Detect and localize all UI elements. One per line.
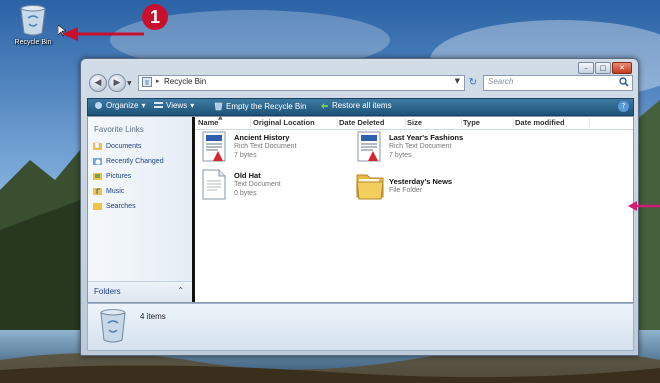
file-size: 7 bytes <box>234 152 257 159</box>
sidebar-item-label: Music <box>106 188 125 195</box>
restore-label: Restore all items <box>332 101 392 110</box>
music-icon <box>93 188 102 195</box>
sidebar-item-recently-changed[interactable]: Recently Changed <box>93 154 164 169</box>
restore-all-button[interactable]: Restore all items <box>320 101 392 110</box>
sidebar-item-music[interactable]: Music <box>93 184 164 199</box>
rtf-document-icon <box>357 131 381 162</box>
file-name: Last Year's Fashions <box>389 133 464 142</box>
searches-icon <box>93 203 102 210</box>
recycle-bin-window[interactable]: – □ ✕ ◀ ▶ ▼ ▸ Recycle Bin ▼ ↻ Search Org… <box>80 58 639 356</box>
column-header-type[interactable]: Type <box>463 118 514 127</box>
sidebar-item-pictures[interactable]: Pictures <box>93 169 164 184</box>
file-type: Rich Text Document <box>389 143 452 150</box>
search-input[interactable]: Search <box>483 75 633 91</box>
command-toolbar: Organize ▾ Views ▾ Empty the Recycle Bin… <box>87 98 634 116</box>
empty-bin-icon <box>214 102 223 111</box>
recently-changed-icon <box>93 158 102 165</box>
favorite-links-heading: Favorite Links <box>94 125 144 134</box>
text-document-icon <box>202 169 226 200</box>
file-type: Text Document <box>234 181 281 188</box>
back-button[interactable]: ◀ <box>89 74 107 92</box>
column-headers: Name ▲ Original Location Date Deleted Si… <box>195 114 633 130</box>
empty-label: Empty the Recycle Bin <box>226 101 307 111</box>
file-type: File Folder <box>389 187 423 194</box>
recent-pages-dropdown[interactable]: ▼ <box>127 80 132 87</box>
views-menu-button[interactable]: Views ▾ <box>154 101 194 110</box>
search-icon[interactable] <box>619 77 629 87</box>
navigation-pane: Favorite Links Documents Recently Change… <box>88 117 195 302</box>
recycle-bin-icon <box>100 309 126 343</box>
file-item-yesterdays-news[interactable]: Yesterday's News File Folder <box>355 169 515 209</box>
chevron-down-icon: ▾ <box>190 101 195 110</box>
file-size: 0 bytes <box>234 190 257 197</box>
pictures-icon <box>93 173 102 180</box>
column-header-date-deleted[interactable]: Date Deleted <box>339 118 406 127</box>
callout-arrow-right <box>628 201 660 211</box>
restore-icon <box>321 103 328 109</box>
desktop: Recycle Bin 1 – □ ✕ ◀ ▶ ▼ ▸ Recycle Bin <box>0 0 660 383</box>
documents-icon <box>93 142 102 150</box>
breadcrumb-recycle-bin[interactable]: Recycle Bin <box>164 77 206 86</box>
step-callout-badge: 1 <box>142 4 168 30</box>
views-label: Views <box>166 101 188 110</box>
navigation-bar: ◀ ▶ ▼ ▸ Recycle Bin ▼ ↻ Search <box>87 73 633 93</box>
sidebar-item-label: Searches <box>106 203 136 210</box>
folders-toggle[interactable]: Folders ⌃ <box>88 281 192 302</box>
recycle-bin-icon <box>142 77 152 87</box>
file-name: Ancient History <box>234 133 290 142</box>
file-name: Old Hat <box>234 171 261 180</box>
callout-arrow-left <box>62 27 144 41</box>
content-area: Favorite Links Documents Recently Change… <box>87 114 634 303</box>
address-bar[interactable]: ▸ Recycle Bin ▼ <box>138 75 465 91</box>
address-dropdown-arrow[interactable]: ▼ <box>455 77 460 85</box>
file-item-ancient-history[interactable]: Ancient History Rich Text Document 7 byt… <box>200 131 360 171</box>
file-type: Rich Text Document <box>234 143 297 150</box>
column-header-name[interactable]: Name <box>198 118 251 127</box>
organize-menu-button[interactable]: Organize ▾ <box>94 101 145 110</box>
sidebar-item-documents[interactable]: Documents <box>93 139 164 154</box>
breadcrumb-separator[interactable]: ▸ <box>156 77 160 85</box>
file-list: Name ▲ Original Location Date Deleted Si… <box>195 114 633 302</box>
file-name: Yesterday's News <box>389 177 453 186</box>
details-pane: 4 items <box>87 303 634 351</box>
column-header-size[interactable]: Size <box>407 118 462 127</box>
file-size: 7 bytes <box>389 152 412 159</box>
desktop-recycle-bin[interactable]: Recycle Bin <box>8 4 58 46</box>
sidebar-item-label: Pictures <box>106 173 132 180</box>
file-item-old-hat[interactable]: Old Hat Text Document 0 bytes <box>200 169 360 209</box>
sidebar-item-searches[interactable]: Searches <box>93 199 164 214</box>
refresh-button[interactable]: ↻ <box>466 76 480 89</box>
favorite-links-list: Documents Recently Changed Pictures Musi… <box>93 139 164 214</box>
folders-label: Folders <box>94 287 121 296</box>
recycle-bin-icon <box>20 5 46 36</box>
search-placeholder: Search <box>488 77 514 86</box>
empty-recycle-bin-button[interactable]: Empty the Recycle Bin <box>214 101 306 111</box>
column-header-original-location[interactable]: Original Location <box>253 118 338 127</box>
views-icon <box>154 102 163 108</box>
chevron-down-icon: ▾ <box>141 101 146 110</box>
forward-button[interactable]: ▶ <box>108 74 126 92</box>
column-header-date-modified[interactable]: Date modified <box>515 118 590 127</box>
help-button[interactable]: ? <box>618 101 629 112</box>
rtf-document-icon <box>202 131 226 162</box>
item-count: 4 items <box>140 312 166 321</box>
organize-label: Organize <box>106 101 139 110</box>
organize-icon <box>95 102 102 109</box>
desktop-recycle-bin-label: Recycle Bin <box>14 39 52 46</box>
chevron-up-icon: ⌃ <box>177 286 184 295</box>
sidebar-item-label: Recently Changed <box>106 158 164 165</box>
file-item-last-years-fashions[interactable]: Last Year's Fashions Rich Text Document … <box>355 131 515 171</box>
sidebar-item-label: Documents <box>106 143 142 150</box>
folder-icon <box>356 174 384 200</box>
sort-ascending-icon: ▲ <box>218 114 223 121</box>
